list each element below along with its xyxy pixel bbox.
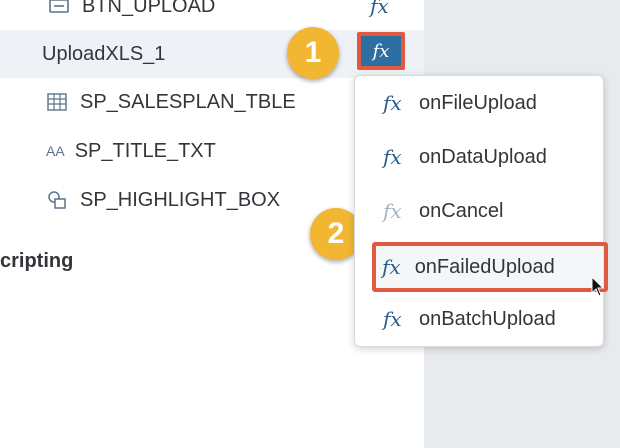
function-icon: fx [383,199,402,223]
text-icon: AA [46,143,65,159]
shapes-icon [46,189,68,211]
menu-item-ondataupload[interactable]: fx onDataUpload [355,130,603,184]
outline-item-label: SP_HIGHLIGHT_BOX [80,188,281,211]
outline-item-label: BTN_UPLOAD [82,0,216,17]
function-icon: fx [383,91,402,115]
menu-item-label: onFileUpload [419,91,537,114]
menu-item-onfileupload[interactable]: fx onFileUpload [355,76,603,130]
menu-item-onbatchupload[interactable]: fx onBatchUpload [355,292,603,346]
menu-item-onfailedupload[interactable]: fx onFailedUpload [372,242,608,292]
menu-item-label: onBatchUpload [419,307,556,330]
function-icon: fx [383,145,402,169]
outline-item-label: UploadXLS_1 [42,42,166,65]
fx-button[interactable]: fx [357,32,405,70]
fx-button-inner[interactable]: fx [361,36,401,66]
function-icon: fx [372,40,390,62]
table-icon [46,91,68,113]
menu-item-oncancel[interactable]: fx onCancel [355,184,603,238]
outline-item-btn-upload[interactable]: BTN_UPLOAD fx [0,0,424,30]
step-badge-1: 1 [287,27,339,79]
outline-item-label: SP_TITLE_TXT [74,139,216,162]
outline-item-label: SP_SALESPLAN_TBLE [80,90,296,113]
function-icon: fx [383,307,402,331]
section-label-scripting: cripting [0,250,74,272]
function-icon[interactable]: fx [370,0,389,18]
menu-item-label: onDataUpload [419,145,547,168]
function-icon: fx [382,255,401,279]
mouse-cursor-icon [591,275,605,303]
menu-item-label: onCancel [419,199,504,222]
event-dropdown-menu: fx onFileUpload fx onDataUpload fx onCan… [354,75,604,347]
menu-item-label: onFailedUpload [414,255,555,278]
button-icon [48,0,70,17]
